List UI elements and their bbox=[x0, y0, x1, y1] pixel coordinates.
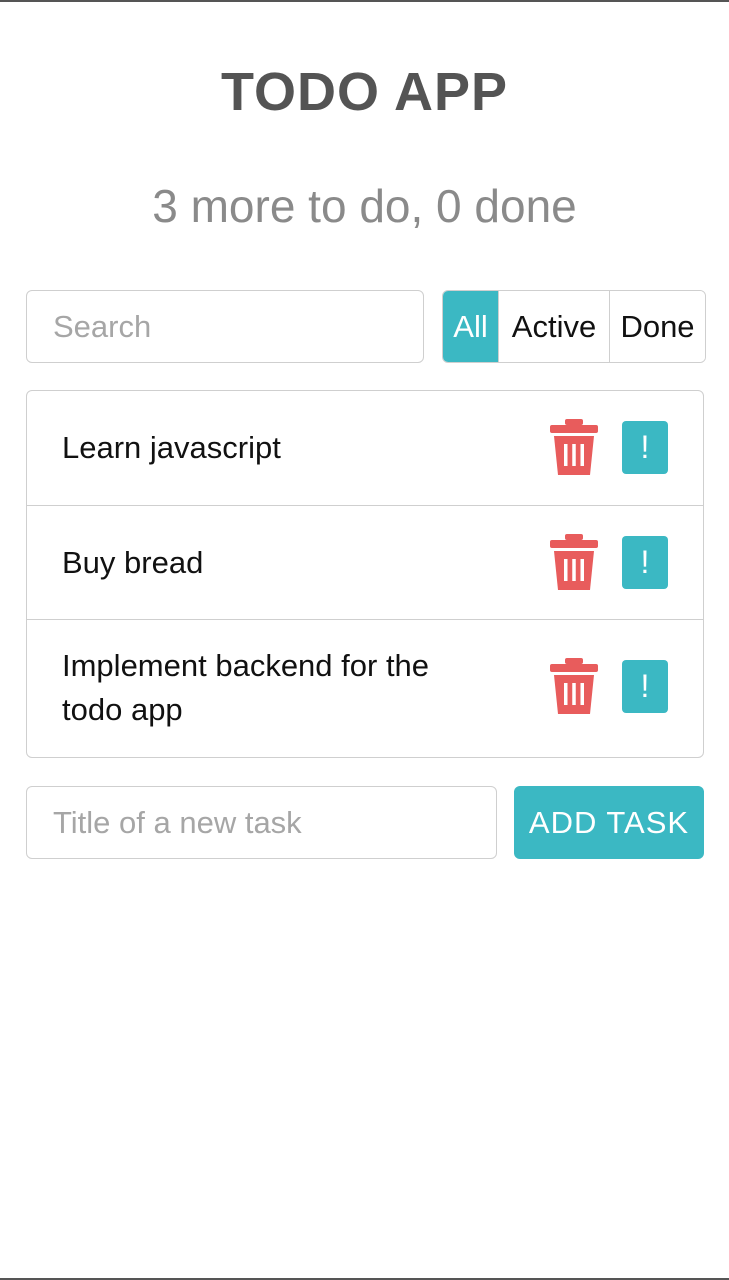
trash-icon bbox=[550, 419, 598, 475]
task-item: Implement backend for the todo app ! bbox=[27, 620, 703, 756]
trash-icon bbox=[550, 658, 598, 714]
mark-important-button[interactable]: ! bbox=[622, 660, 668, 713]
task-item: Learn javascript ! bbox=[27, 391, 703, 506]
task-summary: 3 more to do, 0 done bbox=[152, 180, 577, 232]
exclamation-icon: ! bbox=[640, 429, 650, 465]
filter-done-button[interactable]: Done bbox=[610, 291, 705, 362]
mark-important-button[interactable]: ! bbox=[622, 536, 668, 589]
search-input[interactable] bbox=[26, 290, 424, 363]
add-task-button[interactable]: ADD TASK bbox=[514, 786, 704, 859]
delete-task-button[interactable] bbox=[550, 419, 598, 475]
app-title: TODO APP bbox=[220, 62, 509, 122]
task-list: Learn javascript ! Buy bread ! Implement… bbox=[26, 390, 704, 758]
trash-icon bbox=[550, 534, 598, 590]
task-label[interactable]: Learn javascript bbox=[62, 391, 492, 505]
delete-task-button[interactable] bbox=[550, 658, 598, 714]
mark-important-button[interactable]: ! bbox=[622, 421, 668, 474]
filter-active-button[interactable]: Active bbox=[499, 291, 610, 362]
task-label[interactable]: Implement backend for the todo app bbox=[62, 620, 492, 756]
delete-task-button[interactable] bbox=[550, 534, 598, 590]
new-task-input[interactable] bbox=[26, 786, 497, 859]
exclamation-icon: ! bbox=[640, 544, 650, 580]
screen-top-edge bbox=[0, 0, 729, 2]
task-item: Buy bread ! bbox=[27, 506, 703, 620]
exclamation-icon: ! bbox=[640, 668, 650, 704]
filter-all-button[interactable]: All bbox=[443, 291, 499, 362]
task-label[interactable]: Buy bread bbox=[62, 506, 492, 619]
status-filter: All Active Done bbox=[442, 290, 706, 363]
